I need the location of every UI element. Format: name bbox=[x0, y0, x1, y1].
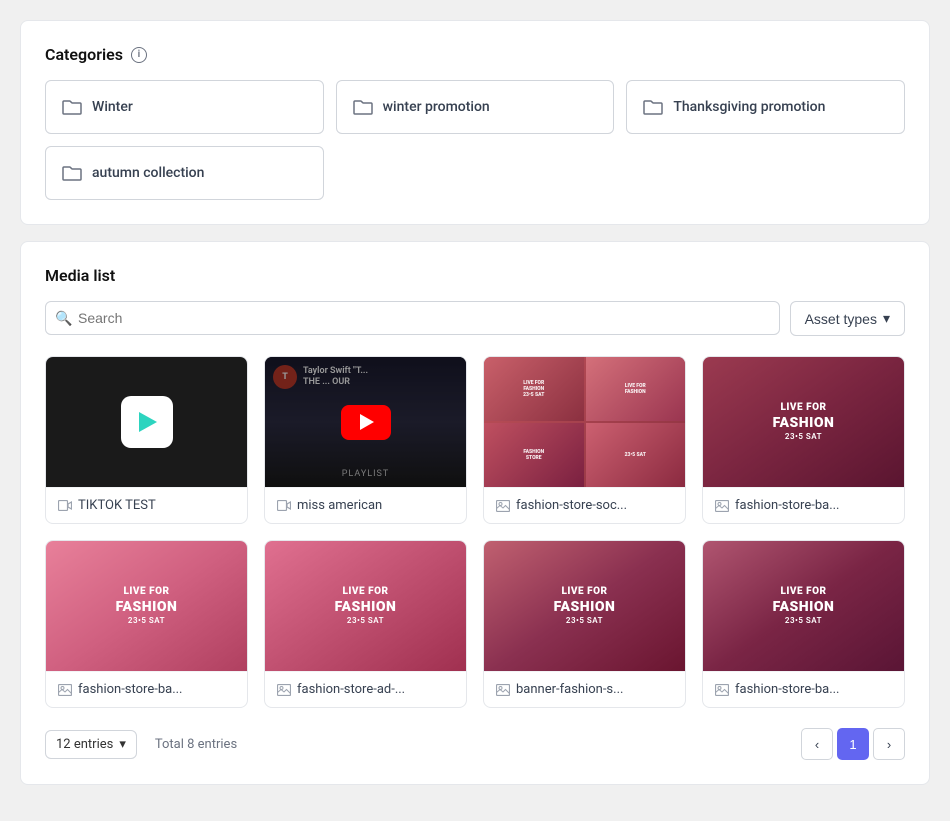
video-icon bbox=[58, 500, 72, 511]
categories-info-icon[interactable]: i bbox=[131, 47, 147, 63]
folder-icon bbox=[353, 99, 373, 115]
entries-select[interactable]: 12 entries ▾ bbox=[45, 730, 137, 759]
media-item-fashion-ba-1[interactable]: LIVE FOR FASHION 23•5 SAT fashion-store-… bbox=[702, 356, 905, 524]
fashion-inner: LIVE FOR FASHION 23•5 SAT bbox=[703, 357, 904, 487]
media-item-label: fashion-store-ad-... bbox=[265, 671, 466, 707]
entries-label: 12 entries bbox=[56, 737, 113, 752]
media-item-label: fashion-store-ba... bbox=[46, 671, 247, 707]
image-icon bbox=[58, 684, 72, 696]
media-thumbnail bbox=[46, 357, 247, 487]
media-item-label: banner-fashion-s... bbox=[484, 671, 685, 707]
media-thumbnail: LIVE FORFASHION23•5 SAT LIVE FORFASHION … bbox=[484, 357, 685, 487]
fashion-grid-thumb: LIVE FORFASHION23•5 SAT LIVE FORFASHION … bbox=[484, 357, 685, 487]
media-thumbnail: LIVE FOR FASHION 23•5 SAT bbox=[703, 541, 904, 671]
chevron-down-icon: ▾ bbox=[883, 310, 890, 327]
media-thumbnail: LIVE FOR FASHION 23•5 SAT bbox=[46, 541, 247, 671]
pagination-row: 12 entries ▾ Total 8 entries ‹ 1 › bbox=[45, 728, 905, 760]
video-icon bbox=[277, 500, 291, 511]
play-button bbox=[121, 396, 173, 448]
category-label: winter promotion bbox=[383, 99, 490, 115]
media-label-text: fashion-store-ba... bbox=[735, 498, 839, 513]
asset-types-button[interactable]: Asset types ▾ bbox=[790, 301, 905, 336]
category-item-winter[interactable]: Winter bbox=[45, 80, 324, 134]
media-thumbnail: LIVE FOR FASHION 23•5 SAT bbox=[703, 357, 904, 487]
media-item-fashion-ba-2[interactable]: LIVE FOR FASHION 23•5 SAT fashion-store-… bbox=[45, 540, 248, 708]
folder-icon bbox=[62, 99, 82, 115]
category-item-thanksgiving-promotion[interactable]: Thanksgiving promotion bbox=[626, 80, 905, 134]
fashion-cell-1: LIVE FORFASHION23•5 SAT bbox=[484, 357, 584, 421]
pagination-page-1[interactable]: 1 bbox=[837, 728, 869, 760]
media-item-fashion-ad[interactable]: LIVE FOR FASHION 23•5 SAT fashion-store-… bbox=[264, 540, 467, 708]
media-label-text: fashion-store-soc... bbox=[516, 498, 627, 513]
play-icon bbox=[360, 414, 374, 430]
media-item-fashion-soc[interactable]: LIVE FORFASHION23•5 SAT LIVE FORFASHION … bbox=[483, 356, 686, 524]
image-icon bbox=[715, 684, 729, 696]
media-label-text: TIKTOK TEST bbox=[78, 498, 156, 513]
media-item-fashion-ba-3[interactable]: LIVE FOR FASHION 23•5 SAT fashion-store-… bbox=[702, 540, 905, 708]
media-item-tiktok[interactable]: TIKTOK TEST bbox=[45, 356, 248, 524]
fashion-inner: LIVE FOR FASHION 23•5 SAT bbox=[484, 541, 685, 671]
media-label-text: fashion-store-ba... bbox=[78, 682, 182, 697]
categories-heading: Categories bbox=[45, 45, 123, 64]
search-row: 🔍 Asset types ▾ bbox=[45, 301, 905, 336]
youtube-overlay bbox=[265, 357, 466, 487]
fashion-text: LIVE FOR FASHION 23•5 SAT bbox=[265, 541, 466, 671]
media-thumbnail: LIVE FOR FASHION 23•5 SAT bbox=[265, 541, 466, 671]
media-item-miss-american[interactable]: T Taylor Swift "T...THE ... OUR PLAYLIST bbox=[264, 356, 467, 524]
fashion-inner: LIVE FOR FASHION 23•5 SAT bbox=[46, 541, 247, 671]
search-icon: 🔍 bbox=[55, 311, 72, 327]
asset-types-label: Asset types bbox=[805, 311, 877, 327]
fashion-text: LIVE FOR FASHION 23•5 SAT bbox=[703, 357, 904, 487]
categories-section: Categories i Winter winter promotion Tha… bbox=[20, 20, 930, 225]
media-list-section: Media list 🔍 Asset types ▾ TIKT bbox=[20, 241, 930, 785]
media-list-title: Media list bbox=[45, 266, 905, 285]
fashion-text: LIVE FOR FASHION 23•5 SAT bbox=[703, 541, 904, 671]
media-item-label: miss american bbox=[265, 487, 466, 523]
fashion-cell-2: LIVE FORFASHION bbox=[586, 357, 686, 421]
media-label-text: fashion-store-ad-... bbox=[297, 682, 405, 697]
media-label-text: miss american bbox=[297, 498, 382, 513]
media-item-label: fashion-store-ba... bbox=[703, 487, 904, 523]
categories-grid: Winter winter promotion Thanksgiving pro… bbox=[45, 80, 905, 134]
play-triangle-icon bbox=[139, 412, 157, 432]
category-item-winter-promotion[interactable]: winter promotion bbox=[336, 80, 615, 134]
media-item-banner-fashion[interactable]: LIVE FOR FASHION 23•5 SAT banner-fashion… bbox=[483, 540, 686, 708]
media-thumbnail: T Taylor Swift "T...THE ... OUR PLAYLIST bbox=[265, 357, 466, 487]
media-item-label: TIKTOK TEST bbox=[46, 487, 247, 523]
category-item-autumn-collection[interactable]: autumn collection bbox=[45, 146, 324, 200]
search-wrapper: 🔍 bbox=[45, 301, 780, 336]
pagination-next-button[interactable]: › bbox=[873, 728, 905, 760]
fashion-cell-4: 23•5 SAT bbox=[586, 423, 686, 487]
fashion-text: LIVE FOR FASHION 23•5 SAT bbox=[484, 541, 685, 671]
media-label-text: banner-fashion-s... bbox=[516, 682, 623, 697]
media-item-label: fashion-store-ba... bbox=[703, 671, 904, 707]
image-icon bbox=[715, 500, 729, 512]
image-icon bbox=[496, 500, 510, 512]
category-label: Winter bbox=[92, 99, 133, 115]
total-entries: Total 8 entries bbox=[155, 737, 237, 752]
media-thumbnail: LIVE FOR FASHION 23•5 SAT bbox=[484, 541, 685, 671]
pagination-left: 12 entries ▾ Total 8 entries bbox=[45, 730, 237, 759]
pagination-controls: ‹ 1 › bbox=[801, 728, 905, 760]
search-input[interactable] bbox=[45, 301, 780, 335]
media-list-heading: Media list bbox=[45, 266, 115, 285]
category-label: Thanksgiving promotion bbox=[673, 99, 825, 115]
fashion-inner: LIVE FOR FASHION 23•5 SAT bbox=[265, 541, 466, 671]
fashion-cell-3: FASHIONSTORE bbox=[484, 423, 584, 487]
folder-icon bbox=[643, 99, 663, 115]
media-grid: TIKTOK TEST T Taylor Swift "T...THE ... … bbox=[45, 356, 905, 708]
image-icon bbox=[277, 684, 291, 696]
media-label-text: fashion-store-ba... bbox=[735, 682, 839, 697]
fashion-inner: LIVE FOR FASHION 23•5 SAT bbox=[703, 541, 904, 671]
chevron-down-icon: ▾ bbox=[119, 737, 126, 752]
autumn-row: autumn collection bbox=[45, 146, 905, 200]
fashion-text: LIVE FOR FASHION 23•5 SAT bbox=[46, 541, 247, 671]
pagination-prev-button[interactable]: ‹ bbox=[801, 728, 833, 760]
category-label: autumn collection bbox=[92, 165, 204, 181]
image-icon bbox=[496, 684, 510, 696]
folder-icon bbox=[62, 165, 82, 181]
categories-title: Categories i bbox=[45, 45, 905, 64]
media-item-label: fashion-store-soc... bbox=[484, 487, 685, 523]
youtube-play-button bbox=[341, 405, 391, 440]
